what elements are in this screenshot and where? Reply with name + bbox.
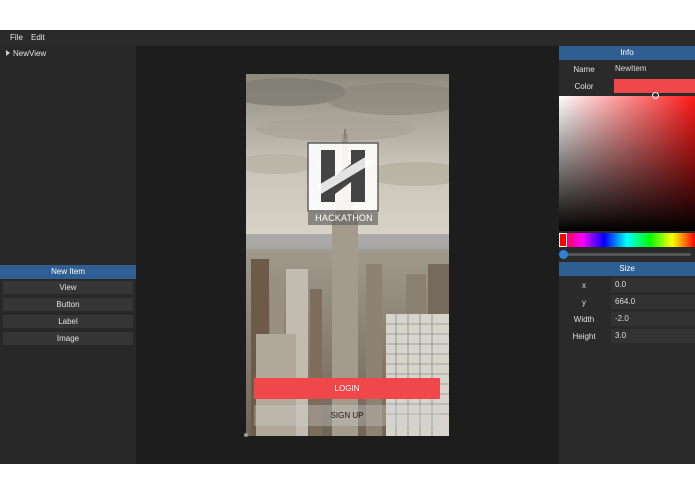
color-swatch[interactable] — [614, 79, 695, 93]
width-label: Width — [573, 315, 595, 324]
add-label-button[interactable]: Label — [3, 315, 133, 328]
add-button-button[interactable]: Button — [3, 298, 133, 311]
size-header: Size — [559, 262, 695, 276]
inspector-panel: Info Name NewItem Color Size x 0.0 y 664… — [559, 46, 695, 464]
tree-item-newview[interactable]: NewView — [6, 49, 46, 58]
tree-item-label: NewView — [13, 49, 47, 58]
logo-text: HACKATHON — [315, 213, 373, 223]
y-field[interactable]: 664.0 — [611, 295, 695, 309]
phone-preview[interactable]: HACKATHON LOGIN SIGN UP — [246, 74, 449, 436]
height-field[interactable]: 3.0 — [611, 329, 695, 343]
menu-bar: File Edit — [0, 30, 695, 46]
menu-edit[interactable]: Edit — [31, 33, 45, 42]
width-field[interactable]: -2.0 — [611, 312, 695, 326]
hue-slider[interactable] — [559, 233, 695, 247]
name-field[interactable]: NewItem — [611, 62, 695, 76]
x-field[interactable]: 0.0 — [611, 278, 695, 292]
hue-slider-thumb[interactable] — [559, 233, 567, 247]
alpha-slider[interactable] — [563, 253, 691, 256]
name-label: Name — [573, 65, 595, 74]
color-picker-cursor[interactable] — [652, 92, 659, 99]
color-label: Color — [574, 82, 594, 91]
disclosure-triangle-icon[interactable] — [6, 50, 10, 56]
canvas-area: HACKATHON LOGIN SIGN UP — [136, 46, 559, 464]
color-picker-field[interactable] — [559, 96, 695, 231]
login-button[interactable]: LOGIN — [254, 378, 440, 399]
info-header: Info — [559, 46, 695, 60]
add-view-button[interactable]: View — [3, 281, 133, 294]
add-image-button[interactable]: Image — [3, 332, 133, 345]
editor-window: File Edit NewView New Item View Button L… — [0, 30, 695, 464]
resize-handle[interactable] — [244, 433, 248, 437]
hierarchy-panel: NewView New Item View Button Label Image — [0, 46, 136, 464]
alpha-slider-thumb[interactable] — [559, 250, 568, 259]
new-item-header: New Item — [0, 265, 136, 279]
y-label: y — [582, 298, 586, 307]
x-label: x — [582, 281, 586, 290]
menu-file[interactable]: File — [10, 33, 23, 42]
height-label: Height — [572, 332, 596, 341]
signup-button[interactable]: SIGN UP — [254, 405, 440, 426]
